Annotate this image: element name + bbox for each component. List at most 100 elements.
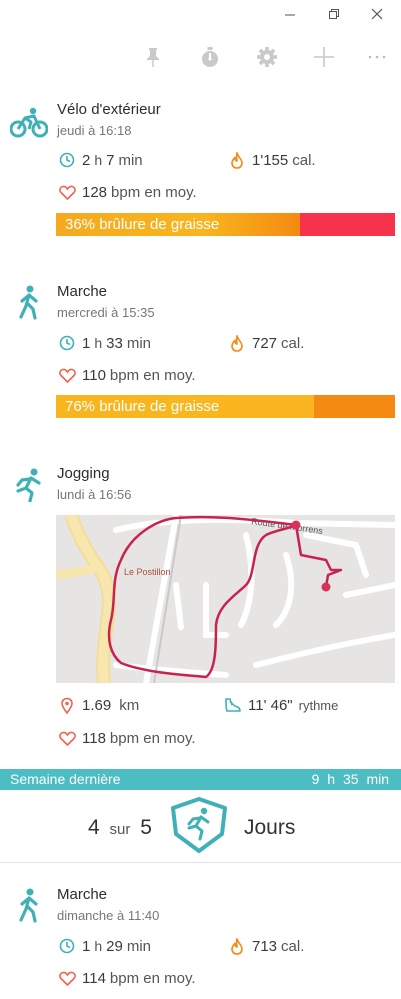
bpm-value: 128 bbox=[82, 183, 108, 201]
distance-unit: km bbox=[119, 696, 140, 714]
week-summary-band[interactable]: Semaine dernière 9 h 35 min bbox=[0, 769, 401, 790]
pin-icon bbox=[147, 48, 159, 67]
duration-stat: 2 h 7 min bbox=[58, 151, 143, 169]
activity-date: dimanche à 11:40 bbox=[57, 908, 160, 923]
duration-stat: 1 h 29 min bbox=[58, 937, 151, 955]
calories-stat: 727 cal. bbox=[228, 334, 304, 352]
calories-stat: 713 cal. bbox=[228, 937, 304, 955]
minutes-unit: min bbox=[126, 334, 151, 352]
bpm-unit: bpm en moy. bbox=[109, 969, 196, 987]
close-button[interactable] bbox=[365, 4, 389, 24]
settings-button[interactable] bbox=[254, 44, 280, 70]
clock-icon bbox=[58, 151, 76, 169]
distance-stat: 1.69 km bbox=[58, 696, 139, 714]
bpm-unit: bpm en moy. bbox=[109, 366, 196, 384]
days-goal: 5 bbox=[140, 816, 152, 839]
restore-button[interactable] bbox=[322, 4, 346, 24]
flame-icon bbox=[228, 151, 246, 169]
duration-stat: 1 h 33 min bbox=[58, 334, 151, 352]
days-done: 4 bbox=[88, 816, 100, 839]
week-minutes-unit: min bbox=[366, 771, 389, 787]
title-bar bbox=[0, 0, 401, 28]
bpm-value: 114 bbox=[82, 969, 106, 987]
toolbar bbox=[0, 40, 401, 74]
activity-title: Jogging bbox=[57, 465, 110, 482]
flame-icon bbox=[228, 334, 246, 352]
more-icon bbox=[368, 55, 386, 59]
more-button[interactable] bbox=[364, 44, 390, 70]
distance-value: 1.69 bbox=[82, 696, 112, 714]
fat-burn-label: 76% brûlure de graisse bbox=[65, 398, 220, 415]
activity-title: Marche bbox=[57, 886, 108, 903]
heart-icon bbox=[58, 366, 76, 384]
hours-unit: h bbox=[94, 938, 103, 954]
goal-label: Jours bbox=[244, 816, 296, 839]
calories-unit: cal. bbox=[281, 937, 305, 955]
minimize-icon bbox=[285, 14, 295, 16]
duration-minutes: 7 bbox=[106, 151, 115, 169]
heart-rate-stat: 110 bpm en moy. bbox=[58, 366, 196, 384]
close-icon bbox=[371, 8, 383, 20]
stopwatch-icon bbox=[202, 47, 218, 67]
calories-value: 1'155 bbox=[252, 151, 289, 169]
shoe-icon bbox=[224, 696, 242, 714]
walking-icon bbox=[10, 284, 48, 322]
calories-unit: cal. bbox=[281, 334, 305, 352]
heart-icon bbox=[58, 729, 76, 747]
week-total: 9 h 35 min bbox=[312, 771, 389, 787]
heart-rate-stat: 114 bpm en moy. bbox=[58, 969, 196, 987]
activity-date: mercredi à 15:35 bbox=[57, 305, 155, 320]
fat-burn-bar: 36% brûlure de graisse bbox=[56, 213, 395, 236]
calories-unit: cal. bbox=[292, 151, 316, 169]
activity-date: lundi à 16:56 bbox=[57, 487, 132, 502]
duration-hours: 1 bbox=[82, 334, 91, 352]
minutes-unit: min bbox=[118, 151, 143, 169]
duration-minutes: 33 bbox=[106, 334, 123, 352]
heart-rate-stat: 118 bpm en moy. bbox=[58, 729, 196, 747]
clock-icon bbox=[58, 334, 76, 352]
calories-value: 713 bbox=[252, 937, 278, 955]
activity-title: Vélo d'extérieur bbox=[57, 101, 161, 118]
walking-icon bbox=[10, 887, 48, 925]
minutes-unit: min bbox=[126, 937, 151, 955]
heart-icon bbox=[58, 969, 76, 987]
weekly-goal-row: 4 sur 5 Jours bbox=[0, 790, 401, 863]
flame-icon bbox=[228, 937, 246, 955]
week-total-minutes: 35 bbox=[342, 771, 359, 787]
bpm-unit: bpm en moy. bbox=[111, 183, 197, 201]
hours-unit: h bbox=[94, 335, 103, 351]
restore-icon bbox=[329, 9, 339, 19]
bike-icon bbox=[10, 103, 48, 141]
plus-icon bbox=[314, 47, 334, 67]
goal-count: 4 sur 5 bbox=[88, 816, 152, 840]
hours-unit: h bbox=[94, 152, 103, 168]
heart-rate-stat: 128 bpm en moy. bbox=[58, 183, 197, 201]
activity-date: jeudi à 16:18 bbox=[57, 123, 132, 138]
goal-badge-icon bbox=[168, 796, 230, 854]
stopwatch-button[interactable] bbox=[197, 44, 223, 70]
road-label: Route de Morrens bbox=[251, 516, 324, 536]
activity-title: Marche bbox=[57, 283, 108, 300]
bpm-value: 110 bbox=[82, 366, 106, 384]
week-label: Semaine dernière bbox=[10, 771, 121, 787]
pin-button[interactable] bbox=[140, 44, 166, 70]
fat-burn-label: 36% brûlure de graisse bbox=[65, 216, 220, 233]
minimize-button[interactable] bbox=[278, 4, 302, 24]
days-separator: sur bbox=[109, 821, 131, 838]
pace-unit: rythme bbox=[298, 697, 339, 713]
route-map[interactable]: Route de Morrens Le Postillon bbox=[56, 515, 395, 683]
running-icon bbox=[10, 466, 48, 504]
pace-stat: 11' 46" rythme bbox=[224, 696, 338, 714]
duration-hours: 2 bbox=[82, 151, 91, 169]
gear-icon bbox=[257, 47, 277, 67]
duration-hours: 1 bbox=[82, 937, 91, 955]
add-button[interactable] bbox=[311, 44, 337, 70]
heart-icon bbox=[58, 183, 76, 201]
pace-value: 11' 46" bbox=[248, 696, 293, 714]
bpm-value: 118 bbox=[82, 729, 106, 747]
location-pin-icon bbox=[58, 696, 76, 714]
place-label: Le Postillon bbox=[124, 567, 171, 577]
calories-value: 727 bbox=[252, 334, 278, 352]
bpm-unit: bpm en moy. bbox=[109, 729, 196, 747]
week-total-hours: 9 bbox=[311, 771, 320, 787]
